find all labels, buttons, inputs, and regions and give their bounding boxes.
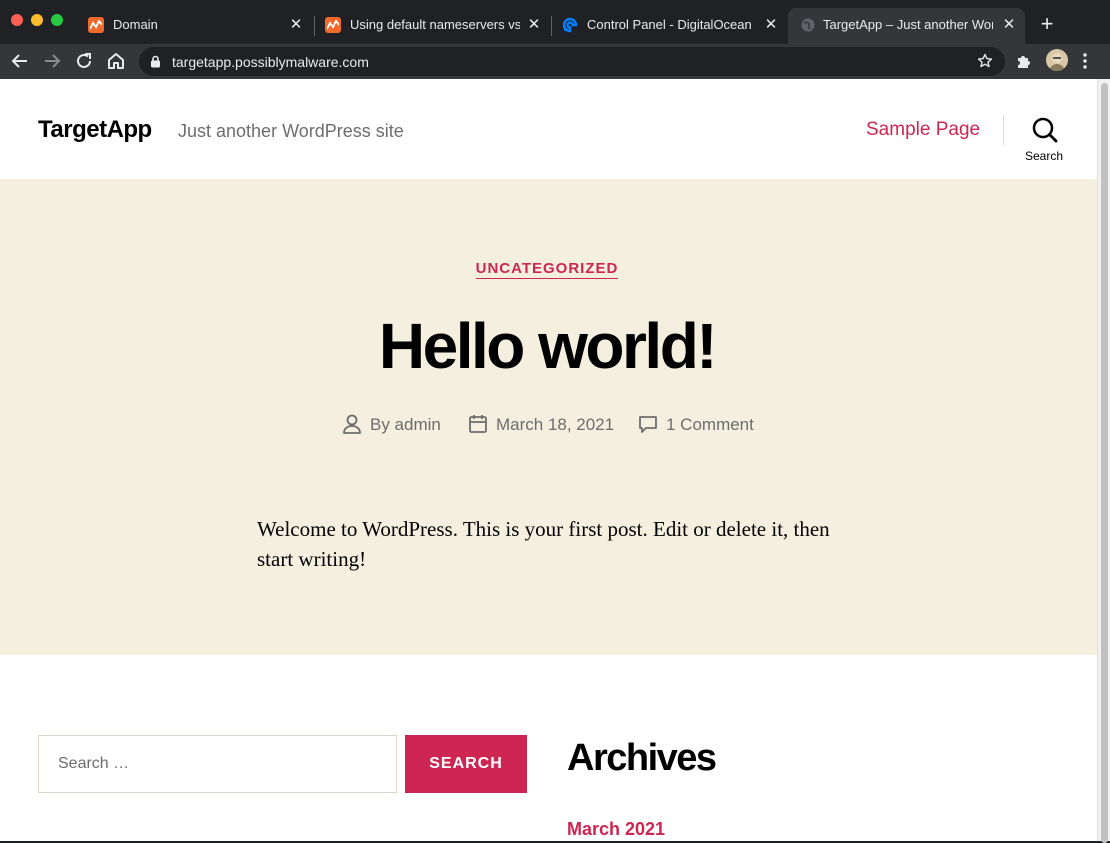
globe-icon	[800, 17, 816, 33]
window-minimize-button[interactable]	[31, 14, 43, 26]
site-description: Just another WordPress site	[178, 121, 404, 141]
window-zoom-button[interactable]	[51, 14, 63, 26]
tab-divider	[551, 16, 552, 36]
post-category: UNCATEGORIZED	[0, 260, 1094, 279]
page-scrollbar[interactable]	[1097, 79, 1110, 843]
tab-close-icon[interactable]: ✕	[288, 17, 304, 33]
extensions-puzzle-icon[interactable]	[1015, 52, 1033, 75]
browser-toolbar: targetapp.possiblymalware.com	[0, 44, 1110, 79]
search-icon	[1032, 117, 1058, 148]
search-submit-button[interactable]: SEARCH	[405, 735, 527, 793]
window-close-button[interactable]	[11, 14, 23, 26]
site-title-link[interactable]: TargetApp	[38, 116, 152, 144]
tab-title: Using default nameservers vs	[350, 17, 520, 32]
forward-arrow-icon[interactable]	[41, 50, 63, 72]
browser-tab-digitalocean[interactable]: Control Panel - DigitalOcean ✕	[562, 8, 782, 44]
tab-close-icon[interactable]: ✕	[526, 17, 542, 33]
post-title[interactable]: Hello world!	[0, 309, 1094, 383]
browser-tab-nameservers[interactable]: Using default nameservers vs ✕	[325, 8, 545, 44]
tab-divider	[314, 16, 315, 36]
back-arrow-icon[interactable]	[9, 50, 31, 72]
tab-title: TargetApp – Just another Word	[823, 17, 993, 32]
site-header: TargetApp Just another WordPress site Sa…	[0, 79, 1097, 179]
search-input[interactable]: Search …	[38, 735, 397, 793]
browser-tab-targetapp[interactable]: TargetApp – Just another Word ✕	[788, 8, 1025, 44]
header-search-button[interactable]: Search	[1020, 115, 1070, 165]
browser-tab-domain[interactable]: Domain ✕	[88, 8, 308, 44]
archives-heading: Archives	[567, 737, 717, 779]
search-placeholder: Search …	[58, 755, 130, 772]
person-icon	[342, 413, 362, 440]
tab-close-icon[interactable]: ✕	[763, 17, 779, 33]
tab-title: Control Panel - DigitalOcean	[587, 17, 752, 32]
orange-chart-icon	[325, 17, 341, 33]
bookmark-star-icon[interactable]	[977, 53, 993, 74]
category-link[interactable]: UNCATEGORIZED	[475, 260, 619, 279]
post-content: Welcome to WordPress. This is your first…	[257, 517, 830, 571]
search-toggle-label: Search	[1025, 149, 1064, 163]
scrollbar-thumb[interactable]	[1101, 83, 1108, 843]
archive-link-march-2021[interactable]: March 2021	[567, 819, 665, 840]
profile-avatar[interactable]	[1046, 49, 1068, 71]
lock-icon[interactable]	[150, 55, 161, 73]
browser-menu-kebab-icon[interactable]	[1083, 52, 1087, 75]
comments-link[interactable]: 1 Comment	[666, 415, 754, 435]
tab-title: Domain	[113, 17, 158, 32]
calendar-icon	[468, 413, 488, 440]
webpage-viewport: TargetApp Just another WordPress site Sa…	[0, 79, 1097, 841]
author-link[interactable]: By admin	[370, 415, 441, 435]
digitalocean-icon	[562, 17, 578, 33]
tab-close-icon[interactable]: ✕	[1001, 17, 1017, 33]
browser-tabstrip: Domain ✕ Using default nameservers vs ✕ …	[0, 0, 1110, 44]
home-icon[interactable]	[105, 50, 127, 72]
date-link[interactable]: March 18, 2021	[496, 415, 614, 435]
comment-bubble-icon	[638, 413, 658, 440]
url-text: targetapp.possiblymalware.com	[172, 54, 369, 70]
post-hero: UNCATEGORIZED Hello world! By admin Marc…	[0, 179, 1097, 655]
new-tab-button[interactable]: +	[1037, 13, 1057, 35]
reload-icon[interactable]	[73, 50, 95, 72]
nav-divider	[1003, 115, 1004, 145]
address-bar[interactable]: targetapp.possiblymalware.com	[139, 47, 1005, 76]
nav-link-sample-page[interactable]: Sample Page	[866, 119, 980, 141]
orange-chart-icon	[88, 17, 104, 33]
